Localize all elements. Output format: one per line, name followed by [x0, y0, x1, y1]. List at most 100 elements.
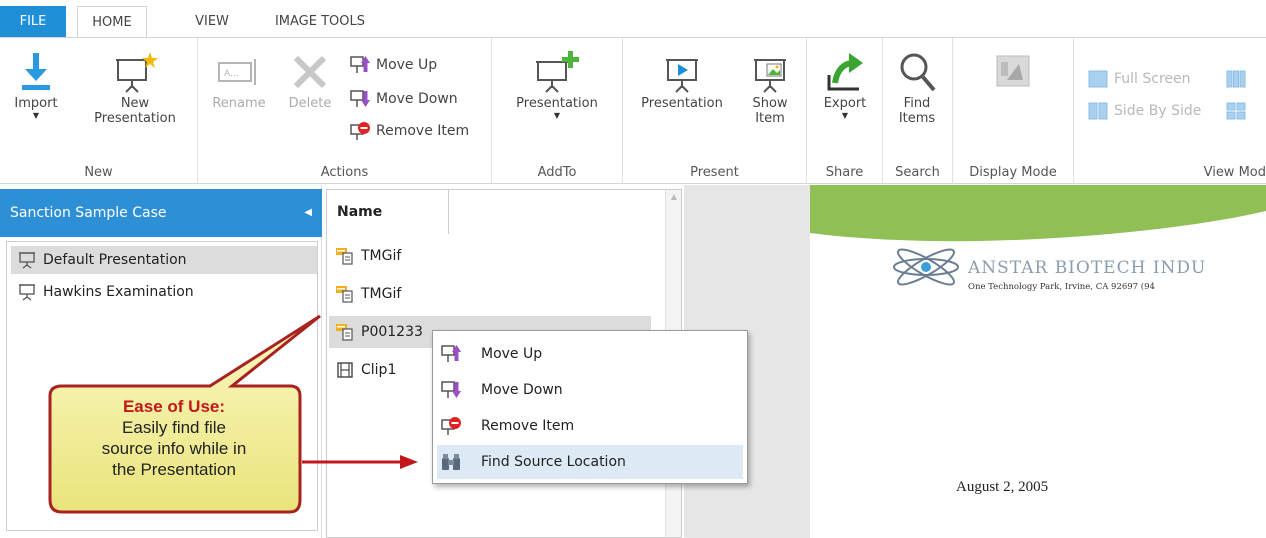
list-item-label: TMGif	[361, 248, 402, 264]
tab-view[interactable]: VIEW	[187, 6, 237, 37]
remove-item-button[interactable]: Remove Item	[348, 120, 469, 142]
rename-label: Rename	[212, 96, 266, 111]
three-column-button[interactable]	[1224, 68, 1252, 90]
move-up-button[interactable]: Move Up	[348, 54, 437, 76]
add-to-presentation-button[interactable]: Presentation ▼	[502, 48, 612, 121]
collapse-arrow-icon[interactable]: ◀	[304, 189, 312, 237]
context-menu: Move Up Move Down Remove Item Find Sourc…	[432, 330, 748, 484]
context-menu-move-down[interactable]: Move Down	[437, 373, 743, 407]
find-items-button[interactable]: Find Items	[889, 48, 945, 126]
grid-icon	[1226, 102, 1246, 120]
move-down-label: Move Down	[376, 91, 458, 107]
rename-icon: A…	[218, 59, 256, 85]
show-item-button[interactable]: Show Item	[741, 48, 799, 126]
import-icon	[22, 53, 50, 90]
list-item[interactable]: TMGif	[329, 278, 651, 310]
find-label-line1: Find	[903, 96, 931, 111]
tab-image-tools[interactable]: IMAGE TOOLS	[260, 6, 380, 37]
ribbon: Import ▼ New Presentation New A… Rename …	[0, 37, 1266, 184]
context-menu-move-up[interactable]: Move Up	[437, 337, 743, 371]
delete-button[interactable]: Delete	[280, 48, 340, 111]
present-presentation-button[interactable]: Presentation	[629, 48, 735, 111]
chevron-down-icon: ▼	[841, 111, 849, 120]
document-icon	[336, 324, 353, 341]
context-menu-find-source-location[interactable]: Find Source Location	[437, 445, 743, 479]
document-preview[interactable]: ANSTAR BIOTECH INDU One Technology Park,…	[810, 185, 1266, 538]
presentation-icon	[19, 284, 35, 301]
side-by-side-label: Side By Side	[1114, 103, 1202, 119]
addto-presentation-label: Presentation	[516, 96, 598, 111]
callout-line-2: source info while in	[101, 439, 247, 458]
remove-item-label: Remove Item	[376, 123, 470, 139]
ribbon-group-search: Find Items Search	[883, 38, 953, 184]
show-label-line2: Item	[755, 111, 785, 126]
group-label-share: Share	[825, 165, 864, 180]
search-icon	[900, 53, 936, 92]
ribbon-group-view-mode: Full Screen Side By Side View Mod	[1074, 38, 1266, 184]
present-presentation-label: Presentation	[641, 96, 723, 111]
move-down-icon	[441, 381, 461, 398]
callout-title: Ease of Use:	[122, 397, 226, 416]
callout-line-3: the Presentation	[112, 460, 236, 479]
side-by-side-icon	[1088, 102, 1108, 120]
export-button[interactable]: Export ▼	[813, 48, 877, 121]
group-label-addto: AddTo	[537, 165, 577, 180]
ribbon-group-addto: Presentation ▼ AddTo	[492, 38, 623, 184]
group-label-display-mode: Display Mode	[969, 165, 1057, 180]
new-presentation-button[interactable]: New Presentation	[80, 48, 190, 126]
import-label: Import	[14, 96, 58, 111]
presentation-tree: Default Presentation Hawkins Examination	[6, 241, 318, 531]
list-item[interactable]: TMGif	[329, 240, 651, 272]
tree-item-hawkins-examination[interactable]: Hawkins Examination	[11, 278, 317, 306]
column-header-empty	[449, 190, 667, 234]
play-presentation-icon	[666, 59, 698, 93]
ribbon-tab-bar: FILE HOME VIEW IMAGE TOOLS	[0, 0, 1266, 38]
export-icon	[827, 53, 863, 91]
remove-item-icon	[441, 417, 461, 435]
list-item-label: TMGif	[361, 286, 402, 302]
case-panel: Sanction Sample Case ◀ Default Presentat…	[0, 185, 322, 538]
case-header[interactable]: Sanction Sample Case ◀	[0, 189, 322, 237]
move-down-icon	[350, 90, 370, 107]
ribbon-group-present: Presentation Show Item Present	[623, 38, 807, 184]
group-label-search: Search	[895, 165, 940, 180]
svg-text:A…: A…	[224, 69, 239, 79]
side-by-side-button[interactable]: Side By Side	[1086, 100, 1201, 122]
display-mode-icon	[996, 55, 1030, 87]
full-screen-button[interactable]: Full Screen	[1086, 68, 1191, 90]
add-presentation-icon	[536, 51, 579, 93]
group-label-present: Present	[690, 165, 739, 180]
document-icon	[336, 286, 353, 303]
display-mode-button[interactable]	[983, 48, 1043, 96]
ribbon-group-share: Export ▼ Share	[807, 38, 883, 184]
tab-file[interactable]: FILE	[0, 6, 66, 37]
group-label-actions: Actions	[320, 165, 369, 180]
tree-item-label: Hawkins Examination	[43, 284, 194, 300]
move-up-icon	[350, 56, 370, 73]
group-label-new: New	[84, 165, 113, 180]
case-title: Sanction Sample Case	[10, 205, 167, 221]
delete-icon	[293, 55, 327, 89]
binoculars-icon	[442, 454, 460, 470]
rename-button[interactable]: A… Rename	[204, 48, 274, 111]
context-menu-label: Find Source Location	[481, 454, 626, 470]
column-header-name[interactable]: Name	[327, 190, 449, 234]
document-date: August 2, 2005	[956, 479, 1049, 495]
presentation-icon	[19, 252, 35, 269]
tab-home[interactable]: HOME	[77, 6, 147, 38]
remove-item-icon	[350, 122, 370, 140]
grid-view-button[interactable]	[1224, 100, 1252, 122]
chevron-down-icon: ▼	[32, 111, 40, 120]
show-item-icon	[754, 59, 786, 93]
full-screen-icon	[1088, 70, 1108, 88]
context-menu-label: Move Down	[481, 382, 563, 398]
chevron-down-icon: ▼	[553, 111, 561, 120]
show-label-line1: Show	[752, 96, 788, 111]
move-down-button[interactable]: Move Down	[348, 88, 458, 110]
company-address: One Technology Park, Irvine, CA 92697 (9…	[968, 282, 1155, 292]
context-menu-remove-item[interactable]: Remove Item	[437, 409, 743, 443]
scroll-up-arrow-icon[interactable]: ▲	[671, 192, 677, 201]
film-icon	[337, 362, 353, 378]
tree-item-default-presentation[interactable]: Default Presentation	[11, 246, 317, 274]
import-button[interactable]: Import ▼	[8, 48, 64, 121]
